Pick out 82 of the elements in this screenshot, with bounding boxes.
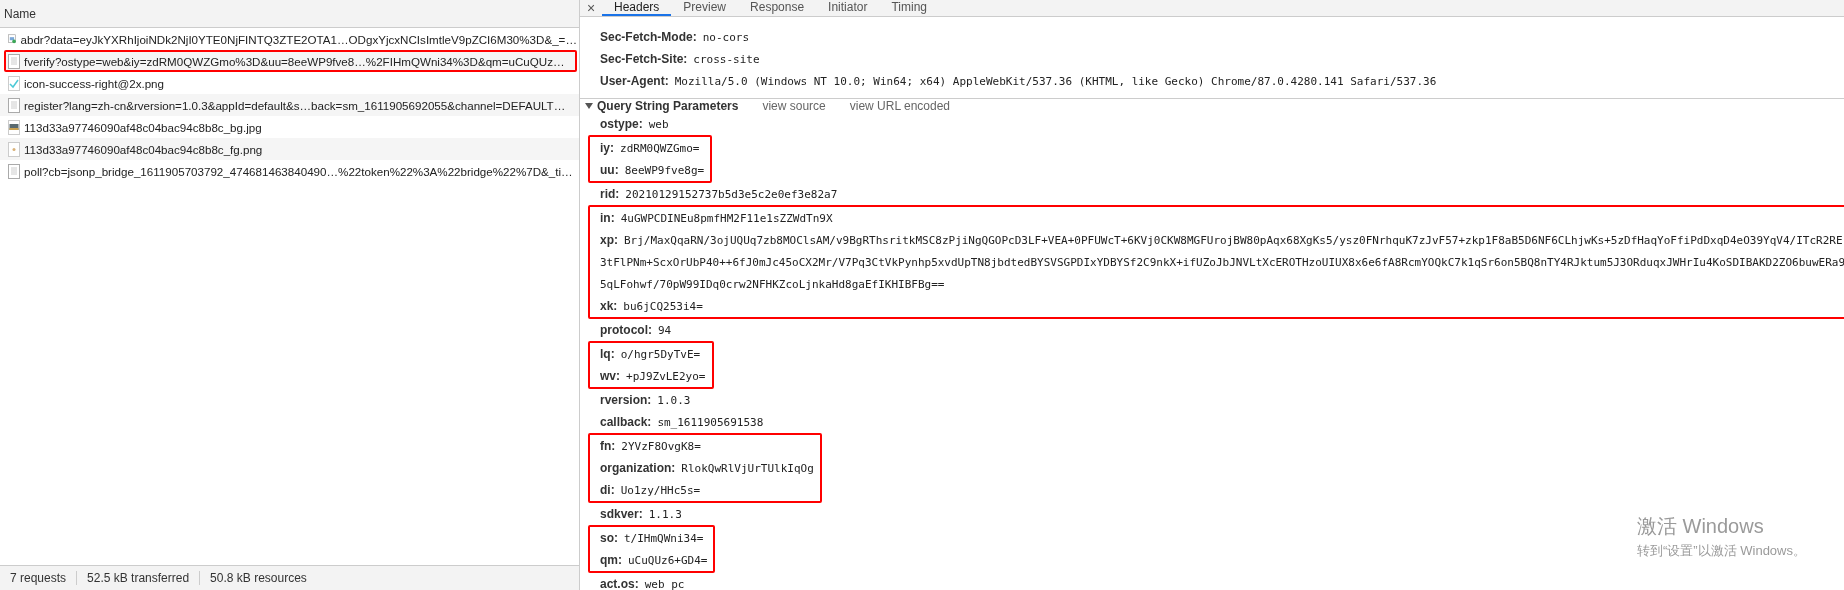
param-value: zdRM0QWZGmo= <box>620 141 700 155</box>
status-text: 52.5 kB transferred <box>77 571 201 585</box>
param-name: ostype: <box>600 117 643 131</box>
checkmark-icon <box>8 75 20 91</box>
section-title[interactable]: Query String Parameters <box>597 99 739 113</box>
tab[interactable]: Response <box>738 0 817 16</box>
param-value: uCuQUz6+GD4= <box>628 553 708 567</box>
column-header[interactable]: Name <box>4 6 36 21</box>
param-value: 1.1.3 <box>648 507 682 521</box>
tab[interactable]: Timing <box>879 0 939 16</box>
param-name: xp: <box>600 233 618 247</box>
status-text: 50.8 kB resources <box>209 571 308 585</box>
request-name: 113d33a97746090af48c04bac94c8b8c_fg.png <box>24 142 263 156</box>
param-value: t/IHmQWni34= <box>624 531 704 545</box>
param-name: in: <box>600 211 615 225</box>
header-name: Sec-Fetch-Mode: <box>600 30 697 44</box>
header-name: User-Agent: <box>600 74 669 88</box>
image-thumbnail-icon <box>8 141 20 157</box>
activation-title: 激活 Windows <box>1637 514 1765 539</box>
request-row[interactable]: 113d33a97746090af48c04bac94c8b8c_bg.jpg <box>0 116 579 138</box>
request-row[interactable]: poll?cb=jsonp_bridge_1611905703792_474681463840490…%22token%22%3A%22bridge%22%7D&_ti… <box>0 160 579 182</box>
param-value: o/hgr5DyTvE= <box>620 347 701 361</box>
param-value: web <box>648 117 669 131</box>
document-icon <box>8 163 20 179</box>
param-name: di: <box>600 483 615 497</box>
param-name: iy: <box>600 141 614 155</box>
param-name: callback: <box>600 415 652 429</box>
request-name: icon-success-right@2x.png <box>24 76 164 90</box>
request-row[interactable]: abdr?data=eyJkYXRhIjoiNDk2NjI0YTE0NjFINTQ3ZTE2OTA1…ODgxYjcxNCIsImtleV9pZCI6M30%3D&_=… <box>0 28 579 50</box>
header-value: no-cors <box>702 30 750 44</box>
param-value: 8eeWP9fve8g= <box>624 163 705 177</box>
param-name: lq: <box>600 347 615 361</box>
param-name: rid: <box>600 187 620 201</box>
param-name: act.os: <box>600 577 639 590</box>
view-link[interactable]: view URL encoded <box>849 99 951 113</box>
param-value: +pJ9ZvLE2yo= <box>626 369 706 383</box>
request-row[interactable]: 113d33a97746090af48c04bac94c8b8c_fg.png <box>0 138 579 160</box>
param-value: Brj/MaxQqaRN/3ojUQUq7zb8MOClsAM/v9BgRThsritkMSC8zPjiNgQGOPcD3LF+VEA+0PFUWcT+6KVj0CKW8MGFUrojBW80pAqx68XgKs5/ysz0FNrhquK7zJvF57+zkp1F8aB5D6NF6CLhjwKs+5zDfHaqYoFfiPdDxqD4eO39YqV4/ITcR2RE <box>624 233 1843 247</box>
param-name: qm: <box>600 553 622 567</box>
param-value: bu6jCQ253i4= <box>623 299 703 313</box>
param-name: fn: <box>600 439 616 453</box>
status-text: 7 requests <box>0 571 78 585</box>
document-icon <box>8 97 20 113</box>
param-value: 1.0.3 <box>657 393 691 407</box>
param-name: xk: <box>600 299 618 313</box>
request-row[interactable]: register?lang=zh-cn&rversion=1.0.3&appId=default&s…back=sm_1611905692055&channel=DEFAULT… <box>0 94 579 116</box>
tab[interactable]: Initiator <box>816 0 880 16</box>
param-value: 3tFlPNm+ScxOrUbP40++6fJ0mJc45oCX2Mr/V7Pq3CtVkPynhp5xvdUpTN8jbdtedBYSVSGPDIxYDBYSf2C9nkX+ifUZoJbJNVLtXcEROTHzoUIUX8x6e6fA8RcmYOQkC7k1qSr6on5BQ8nTY4RJktum5J3ORduqxJWHrIu4KoSDIBAKD2ZO6buwERa9 <box>600 255 1844 269</box>
param-name: protocol: <box>600 323 652 337</box>
param-name: rversion: <box>600 393 652 407</box>
param-value: RlokQwRlVjUrTUlkIqOg <box>681 461 814 475</box>
param-value: 5qLFohwf/70pW99IDq0crw2NFHKZcoLjnkaHd8gaEfIKHIBFBg== <box>600 277 945 291</box>
param-name: wv: <box>600 369 620 383</box>
activation-text: 转到“设置”以激活 Windows。 <box>1637 542 1806 560</box>
tab[interactable]: Headers <box>602 0 672 16</box>
header-value: cross-site <box>693 52 760 66</box>
request-row[interactable]: icon-success-right@2x.png <box>0 72 579 94</box>
param-value: 2YVzF8OvgK8= <box>621 439 701 453</box>
header-name: Sec-Fetch-Site: <box>600 52 688 66</box>
param-value: web_pc <box>644 577 685 590</box>
view-link[interactable]: view source <box>762 99 826 113</box>
param-value: 4uGWPCDINEu8pmfHM2F11e1sZZWdTn9X <box>620 211 833 225</box>
param-value: 94 <box>658 323 672 337</box>
param-name: sdkver: <box>600 507 643 521</box>
param-value: Uo1zy/HHc5s= <box>620 483 701 497</box>
tab[interactable]: Preview <box>671 0 739 16</box>
close-icon[interactable]: × <box>580 0 602 16</box>
request-name: fverify?ostype=web&iy=zdRM0QWZGmo%3D&uu=8eeWP9fve8…%2FIHmQWni34%3D&qm=uCuQUz… <box>24 54 565 68</box>
param-value: sm_1611905691538 <box>657 415 764 429</box>
document-icon <box>8 53 20 69</box>
image-thumbnail-icon <box>8 119 20 135</box>
param-value: 20210129152737b5d3e5c2e0ef3e82a7 <box>625 187 838 201</box>
request-name: abdr?data=eyJkYXRhIjoiNDk2NjI0YTE0NjFINTQ3ZTE2OTA1…ODgxYjcxNCIsImtleV9pZCI6M30%3D&_=… <box>20 32 577 46</box>
param-name: organization: <box>600 461 676 475</box>
expanded-triangle-icon[interactable] <box>584 102 594 110</box>
request-name: register?lang=zh-cn&rversion=1.0.3&appId=default&s…back=sm_1611905692055&channel=DEFAULT… <box>24 98 566 112</box>
param-name: uu: <box>600 163 619 177</box>
request-name: 113d33a97746090af48c04bac94c8b8c_bg.jpg <box>24 120 262 134</box>
highlighted-request-row[interactable]: fverify?ostype=web&iy=zdRM0QWZGmo%3D&uu=8eeWP9fve8…%2FIHmQWni34%3D&qm=uCuQUz… <box>4 50 577 72</box>
header-value: Mozilla/5.0 (Windows NT 10.0; Win64; x64) AppleWebKit/537.36 (KHTML, like Gecko) Chrome/87.0.4280.141 Safari/537.36 <box>674 74 1437 88</box>
request-name: poll?cb=jsonp_bridge_1611905703792_474681463840490…%22token%22%3A%22bridge%22%7D&_ti… <box>24 164 573 178</box>
param-name: so: <box>600 531 618 545</box>
